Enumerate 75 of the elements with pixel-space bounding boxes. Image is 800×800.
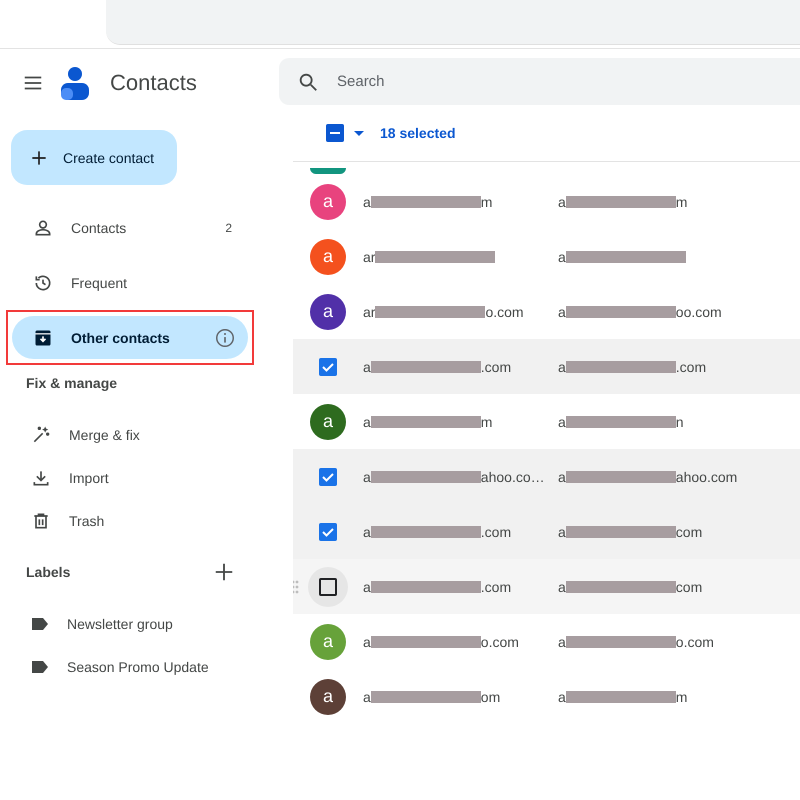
checkbox[interactable] <box>319 468 337 486</box>
email-text: a <box>363 358 371 374</box>
email-text: om <box>480 688 500 704</box>
avatar: a <box>310 184 346 220</box>
history-icon <box>33 272 53 292</box>
email-text: a <box>558 358 566 374</box>
person-icon <box>33 218 53 238</box>
magic-wand-icon <box>31 424 51 444</box>
email-text: com <box>676 524 702 540</box>
contact-count: 2 <box>225 220 232 234</box>
deselect-checkbox-icon[interactable] <box>326 124 344 142</box>
email-text: o.com <box>480 634 519 650</box>
email-text: m <box>480 414 492 430</box>
email-text: a <box>363 578 371 594</box>
section-heading: Labels <box>26 564 70 580</box>
label-item[interactable]: Newsletter group <box>0 602 279 645</box>
avatar: a <box>310 678 346 714</box>
search-field[interactable]: Search <box>335 72 800 91</box>
email-text: a <box>558 194 566 210</box>
nav-item[interactable]: Trash <box>0 499 279 542</box>
email-text: a <box>558 524 566 540</box>
avatar: a <box>310 238 346 274</box>
person-logo-icon <box>60 66 90 100</box>
avatar: a <box>310 294 346 330</box>
label-icon <box>31 616 49 630</box>
email-text: com <box>676 578 702 594</box>
email-text: a <box>558 634 566 650</box>
email-text: .com <box>480 578 512 594</box>
email-text: o.com <box>485 304 524 320</box>
email-text: a <box>558 688 566 704</box>
email-text: ar <box>363 304 376 320</box>
selection-count: 18 selected <box>380 125 456 141</box>
email-text: a <box>363 468 371 484</box>
label-icon <box>31 660 49 674</box>
email-text: a <box>558 468 566 484</box>
search-bar[interactable]: Search <box>279 58 800 105</box>
nav-item[interactable]: Other contacts <box>12 316 248 359</box>
email-text: a <box>363 414 371 430</box>
email-text: ahoo.co… <box>480 468 545 484</box>
app-title: Contacts <box>110 70 197 96</box>
email-text: a <box>558 304 566 320</box>
email-text: m <box>676 688 688 704</box>
label-item[interactable]: Season Promo Update <box>0 645 279 688</box>
create-contact-button[interactable]: Create contact <box>11 130 177 185</box>
email-text: ar <box>363 248 376 264</box>
email-text: a <box>558 248 566 264</box>
drag-handle-icon[interactable] <box>293 580 299 594</box>
nav-item[interactable]: Contacts 2 <box>12 206 248 249</box>
checkbox[interactable] <box>319 358 337 376</box>
email-text: ahoo.com <box>676 468 738 484</box>
email-text: n <box>676 414 684 430</box>
nav-item[interactable]: Frequent <box>12 261 248 304</box>
email-text: a <box>363 688 371 704</box>
email-text: oo.com <box>676 304 722 320</box>
email-text: a <box>558 578 566 594</box>
email-text: a <box>363 634 371 650</box>
checkbox[interactable] <box>319 522 337 540</box>
checkbox[interactable] <box>319 578 337 596</box>
email-text: .com <box>480 358 512 374</box>
email-text: o.com <box>676 634 714 650</box>
archive-icon <box>33 328 53 348</box>
email-text: m <box>676 194 688 210</box>
email-text: m <box>480 194 492 210</box>
email-text: .com <box>676 358 706 374</box>
nav-item[interactable]: Import <box>0 456 279 499</box>
email-text: .com <box>480 524 512 540</box>
add-label-icon[interactable] <box>213 561 235 583</box>
avatar: a <box>310 404 346 440</box>
email-text: a <box>558 414 566 430</box>
email-text: a <box>363 194 371 210</box>
info-icon[interactable] <box>214 326 236 348</box>
section-heading: Fix & manage <box>26 375 118 391</box>
email-text: a <box>363 524 371 540</box>
nav-item[interactable]: Merge & fix <box>0 413 279 456</box>
avatar: a <box>310 624 346 660</box>
